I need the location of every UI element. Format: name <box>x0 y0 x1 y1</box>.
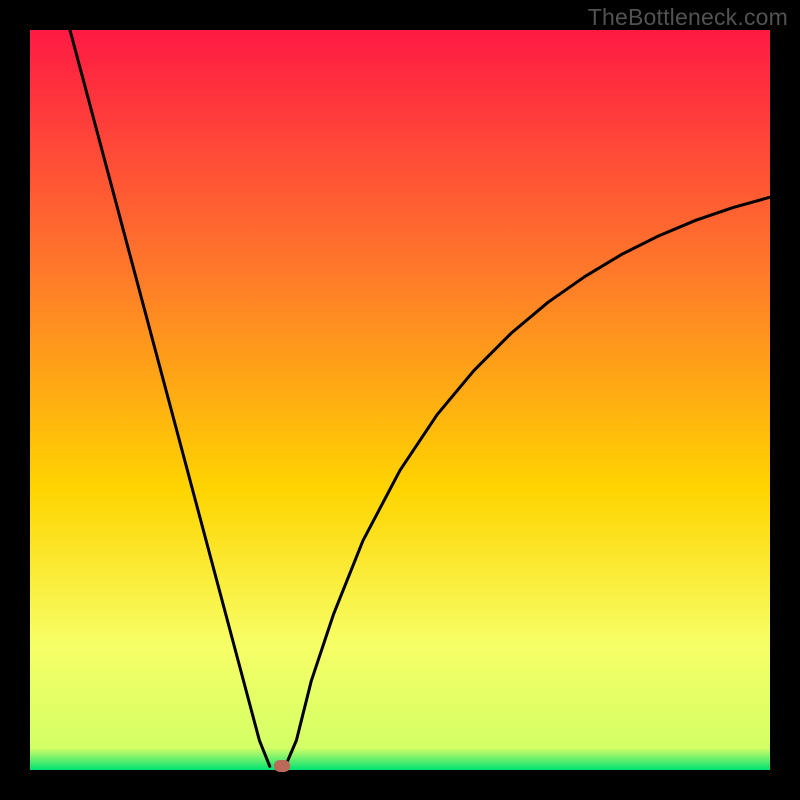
plot-area <box>30 30 770 770</box>
watermark-text: TheBottleneck.com <box>588 4 788 31</box>
minimum-marker <box>274 760 290 772</box>
gradient-background <box>30 30 770 770</box>
chart-frame: TheBottleneck.com <box>0 0 800 800</box>
